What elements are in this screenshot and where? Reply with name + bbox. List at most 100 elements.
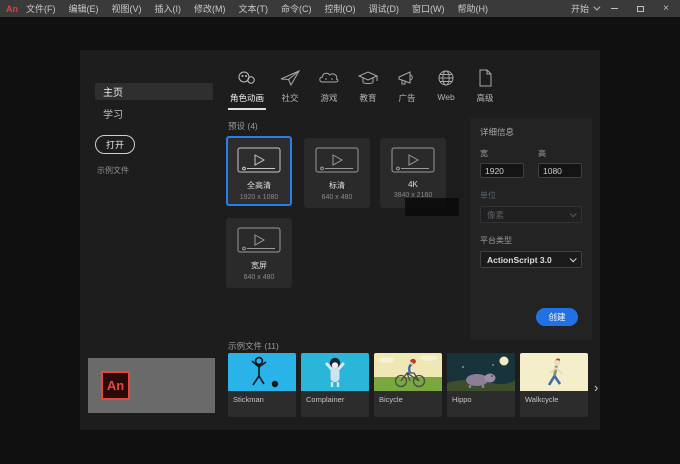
game-icon xyxy=(318,68,340,88)
menu-insert[interactable]: 插入(I) xyxy=(155,2,182,15)
preset-name: 宽屏 xyxy=(251,261,267,270)
platform-value: ActionScript 3.0 xyxy=(487,254,552,265)
preset-name: 全高清 xyxy=(247,181,271,190)
maximize-button[interactable] xyxy=(630,2,650,15)
tab-web[interactable]: Web xyxy=(431,68,461,110)
chevron-down-icon xyxy=(593,3,601,11)
hippo-thumbnail xyxy=(447,353,515,391)
details-panel: 详细信息 宽 高 单位 像素 平台类型 ActionScript 3.0 创建 xyxy=(470,118,592,340)
graduation-cap-icon xyxy=(357,68,379,88)
unit-label: 单位 xyxy=(480,191,496,200)
sidebar-item-learn[interactable]: 学习 xyxy=(95,105,213,122)
tab-game[interactable]: 游戏 xyxy=(314,68,344,110)
preset-name: 4K xyxy=(408,180,418,189)
menubar: 文件(F) 编辑(E) 视图(V) 插入(I) 修改(M) 文本(T) 命令(C… xyxy=(26,2,488,15)
character-icon xyxy=(236,68,258,88)
menu-edit[interactable]: 编辑(E) xyxy=(69,2,99,15)
walkcycle-thumbnail xyxy=(520,353,588,391)
platform-dropdown[interactable]: ActionScript 3.0 xyxy=(480,251,582,268)
sample-card-stickman[interactable]: Stickman xyxy=(228,353,296,417)
menu-modify[interactable]: 修改(M) xyxy=(194,2,226,15)
menu-control[interactable]: 控制(O) xyxy=(325,2,356,15)
animate-branding-card: An xyxy=(88,358,215,413)
document-icon xyxy=(474,68,496,88)
tooltip-shadow-overlay xyxy=(405,198,459,216)
chevron-down-icon xyxy=(569,255,577,263)
tab-label: 游戏 xyxy=(320,93,338,103)
paper-plane-icon xyxy=(279,68,301,88)
preset-name: 标清 xyxy=(329,181,345,190)
video-preset-icon xyxy=(391,147,435,173)
preset-size: 640 x 480 xyxy=(321,194,353,201)
preset-card-widescreen[interactable]: 宽屏 640 x 480 xyxy=(226,218,292,288)
animate-logo-icon: An xyxy=(6,3,18,14)
sample-card-bicycle[interactable]: Bicycle xyxy=(374,353,442,417)
menu-text[interactable]: 文本(T) xyxy=(239,2,269,15)
sample-card-walkcycle[interactable]: Walkcycle xyxy=(520,353,588,417)
start-workspace-switcher[interactable]: 开始 xyxy=(570,2,601,15)
sidebar-home-label: 主页 xyxy=(103,88,123,99)
platform-type-label: 平台类型 xyxy=(480,236,512,245)
preset-card-fullhd[interactable]: 全高清 1920 x 1080 xyxy=(226,136,292,206)
animate-app-icon: An xyxy=(101,371,130,400)
chevron-down-icon xyxy=(569,210,577,218)
tab-label: 教育 xyxy=(359,93,377,103)
menu-view[interactable]: 视图(V) xyxy=(112,2,142,15)
tab-ads[interactable]: 广告 xyxy=(392,68,422,110)
tab-advanced[interactable]: 高级 xyxy=(470,68,500,110)
stickman-thumbnail xyxy=(228,353,296,391)
menu-debug[interactable]: 调试(D) xyxy=(369,2,400,15)
close-button[interactable]: × xyxy=(656,2,676,15)
sidebar: 主页 学习 打开 示例文件 An xyxy=(80,50,225,430)
tab-label: 高级 xyxy=(476,93,494,103)
tab-label: 广告 xyxy=(398,93,416,103)
preset-size: 640 x 480 xyxy=(243,274,275,281)
samples-next-button[interactable]: › xyxy=(594,380,598,395)
tab-label: 角色动画 xyxy=(230,93,265,103)
sample-name: Complainer xyxy=(306,395,345,404)
menu-window[interactable]: 窗口(W) xyxy=(412,2,445,15)
create-button[interactable]: 创建 xyxy=(536,308,578,326)
details-title: 详细信息 xyxy=(480,127,515,137)
video-preset-icon xyxy=(237,147,281,173)
preset-card-sd[interactable]: 标清 640 x 480 xyxy=(304,138,370,208)
sample-card-hippo[interactable]: Hippo xyxy=(447,353,515,417)
category-tabs: 角色动画 社交 游戏 教育 广告 Web 高级 xyxy=(228,68,500,110)
samples-section-label: 示例文件 (11) xyxy=(228,341,279,351)
height-input[interactable] xyxy=(538,163,582,178)
video-preset-icon xyxy=(315,147,359,173)
sidebar-item-home[interactable]: 主页 xyxy=(95,83,213,100)
width-input[interactable] xyxy=(480,163,524,178)
sidebar-samples-link[interactable]: 示例文件 xyxy=(97,165,129,176)
sample-name: Bicycle xyxy=(379,395,403,404)
tab-label: 社交 xyxy=(281,93,299,103)
close-icon: × xyxy=(663,2,669,14)
start-screen-panel: 主页 学习 打开 示例文件 An 角色动画 社交 游戏 教育 广告 Web 高级… xyxy=(80,50,600,430)
menu-file[interactable]: 文件(F) xyxy=(26,2,56,15)
minimize-button[interactable] xyxy=(604,2,624,15)
open-button[interactable]: 打开 xyxy=(95,135,135,154)
width-label: 宽 xyxy=(480,149,488,158)
maximize-icon xyxy=(636,5,644,12)
tab-character-animation[interactable]: 角色动画 xyxy=(228,68,267,110)
unit-dropdown[interactable]: 像素 xyxy=(480,206,582,223)
sidebar-learn-label: 学习 xyxy=(103,110,123,121)
sample-name: Walkcycle xyxy=(525,395,559,404)
globe-icon xyxy=(435,68,457,88)
preset-size: 1920 x 1080 xyxy=(239,194,279,201)
titlebar: An 文件(F) 编辑(E) 视图(V) 插入(I) 修改(M) 文本(T) 命… xyxy=(0,0,680,17)
bicycle-thumbnail xyxy=(374,353,442,391)
complainer-thumbnail xyxy=(301,353,369,391)
sample-name: Stickman xyxy=(233,395,264,404)
tab-education[interactable]: 教育 xyxy=(353,68,383,110)
menu-commands[interactable]: 命令(C) xyxy=(281,2,312,15)
tab-social[interactable]: 社交 xyxy=(275,68,305,110)
megaphone-icon xyxy=(396,68,418,88)
sample-name: Hippo xyxy=(452,395,472,404)
video-preset-icon xyxy=(237,227,281,253)
presets-section-label: 预设 (4) xyxy=(228,121,258,131)
height-label: 高 xyxy=(538,149,546,158)
menu-help[interactable]: 帮助(H) xyxy=(458,2,489,15)
start-label: 开始 xyxy=(570,4,589,14)
sample-card-complainer[interactable]: Complainer xyxy=(301,353,369,417)
